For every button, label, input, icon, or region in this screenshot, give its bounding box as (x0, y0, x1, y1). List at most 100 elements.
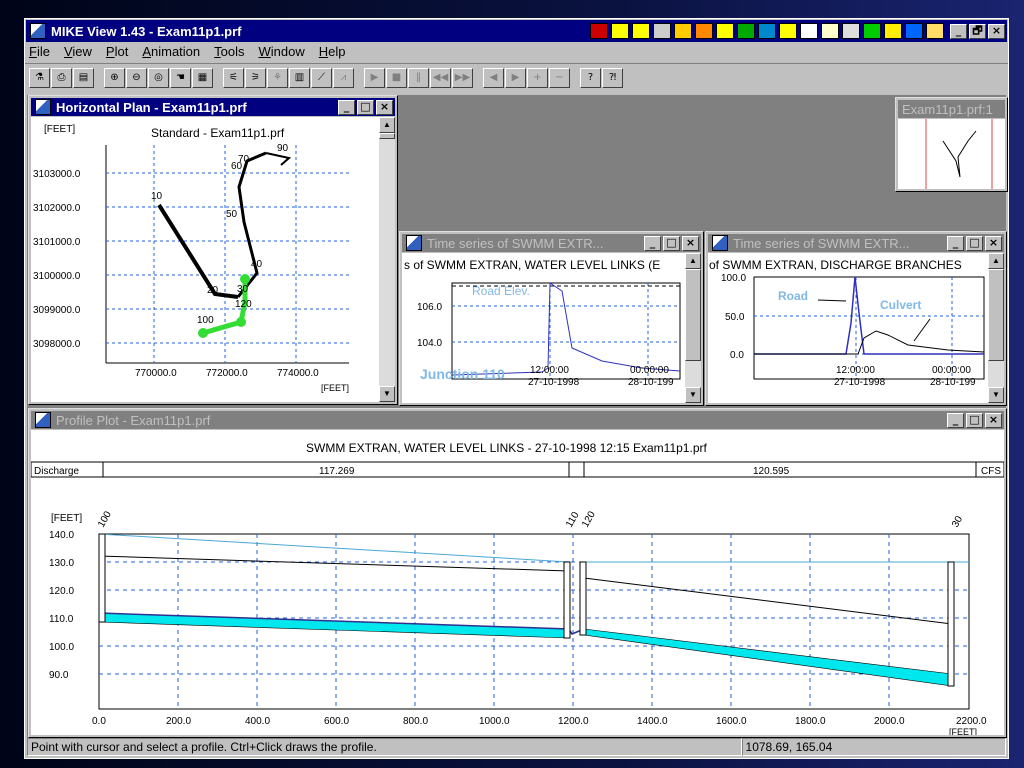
plan-node-30[interactable] (240, 274, 250, 284)
excel-icon[interactable] (737, 23, 755, 39)
scroll-up-button[interactable]: ▲ (988, 253, 1004, 269)
window-icon[interactable] (35, 412, 51, 428)
plus-icon[interactable]: + (527, 67, 548, 88)
profile-node-30[interactable] (947, 561, 955, 687)
monitor-icon[interactable] (758, 23, 776, 39)
menu-window[interactable]: Window (259, 44, 305, 59)
fast-forward-icon[interactable]: ▶▶ (452, 67, 473, 88)
scroll-thumb[interactable] (685, 269, 701, 361)
profile-water-section[interactable] (583, 628, 953, 687)
profile-plot-client[interactable]: SWMM EXTRAN, WATER LEVEL LINKS - 27-10-1… (31, 430, 1004, 735)
grid-icon[interactable] (842, 23, 860, 39)
menu-view[interactable]: View (64, 44, 92, 59)
profile-node-110[interactable] (563, 561, 571, 639)
edit-icon[interactable] (695, 23, 713, 39)
network-icon[interactable] (800, 23, 818, 39)
pan-icon[interactable]: ☚ (170, 67, 191, 88)
close-button[interactable]: × (985, 412, 1002, 428)
step-forward-icon[interactable]: ▶ (505, 67, 526, 88)
ts-discharge-scrollbar[interactable]: ▲ ▼ (988, 253, 1004, 403)
minimize-button[interactable]: _ (644, 235, 661, 251)
menu-help[interactable]: Help (319, 44, 346, 59)
document-icon[interactable] (821, 23, 839, 39)
profile-plot-titlebar[interactable]: Profile Plot - Exam11p1.prf _ □ × (31, 411, 1004, 429)
properties-icon[interactable]: ▦ (192, 67, 213, 88)
smiley-icon[interactable] (884, 23, 902, 39)
context-help-icon[interactable]: ⁈ (602, 67, 623, 88)
maximize-button[interactable]: □ (966, 235, 983, 251)
maximize-button[interactable]: □ (966, 412, 983, 428)
close-button[interactable]: × (985, 235, 1002, 251)
profile-icon[interactable]: ⩘ (333, 67, 354, 88)
zoom-out-icon[interactable]: ⊖ (126, 67, 147, 88)
ts-level-scrollbar[interactable]: ▲ ▼ (685, 253, 701, 403)
scroll-down-button[interactable]: ▼ (685, 387, 701, 403)
horizontal-plan-client[interactable]: [FEET] Standard - Exam11p1.prf 3103000.0… (31, 117, 395, 402)
chart-icon[interactable] (611, 23, 629, 39)
table-icon[interactable]: ▥ (289, 67, 310, 88)
profile-node-120[interactable] (579, 561, 587, 636)
close-button[interactable]: × (376, 99, 393, 115)
scroll-thumb[interactable] (379, 133, 395, 139)
step-back-icon[interactable]: ◀ (483, 67, 504, 88)
plan-node[interactable] (236, 317, 246, 327)
scroll-thumb[interactable] (988, 269, 1004, 361)
print-icon[interactable]: ⎙ (51, 67, 72, 88)
plan-scrollbar[interactable]: ▲ ▼ (379, 117, 395, 402)
minimize-button[interactable]: _ (338, 99, 355, 115)
maximize-button[interactable]: □ (357, 99, 374, 115)
scroll-up-button[interactable]: ▲ (685, 253, 701, 269)
open-icon[interactable]: ▤ (73, 67, 94, 88)
tool-icon[interactable] (653, 23, 671, 39)
image-icon[interactable] (632, 23, 650, 39)
overview-titlebar[interactable]: Exam11p1.prf:1 (898, 100, 1005, 118)
menu-plot[interactable]: Plot (106, 44, 128, 59)
scroll-down-button[interactable]: ▼ (988, 387, 1004, 403)
minus-icon[interactable]: − (549, 67, 570, 88)
close-button[interactable]: × (988, 23, 1005, 39)
plan-network-branch[interactable] (265, 152, 292, 166)
stop-icon[interactable]: ■ (386, 67, 407, 88)
restore-button[interactable]: 🗗 (969, 23, 986, 39)
timeseries-level-titlebar[interactable]: Time series of SWMM EXTR... _ □ × (402, 234, 701, 252)
horizontal-plan-titlebar[interactable]: Horizontal Plan - Exam11p1.prf _ □ × (31, 98, 395, 116)
zoom-in-icon[interactable]: ⊕ (104, 67, 125, 88)
minimize-button[interactable]: _ (947, 412, 964, 428)
app-titlebar[interactable]: MIKE View 1.43 - Exam11p1.prf _ 🗗 × (26, 20, 1007, 42)
notes-icon[interactable] (926, 23, 944, 39)
globe-icon[interactable] (863, 23, 881, 39)
branch-tool-icon[interactable]: ⚘ (267, 67, 288, 88)
play-icon[interactable]: ▶ (364, 67, 385, 88)
timeseries-level-client[interactable]: s of SWMM EXTRAN, WATER LEVEL LINKS (E R… (402, 253, 701, 403)
maximize-button[interactable]: □ (663, 235, 680, 251)
app-icon[interactable] (30, 23, 46, 39)
word-icon[interactable] (716, 23, 734, 39)
folder-icon[interactable] (674, 23, 692, 39)
network2-tool-icon[interactable]: ⚞ (245, 67, 266, 88)
window-icon[interactable] (712, 235, 728, 251)
profile-water-section[interactable] (98, 612, 570, 639)
search-icon[interactable] (779, 23, 797, 39)
profile-node-100[interactable] (98, 533, 106, 623)
red-square-icon[interactable] (590, 23, 608, 39)
help-icon[interactable]: ? (580, 67, 601, 88)
menu-tools[interactable]: Tools (214, 44, 244, 59)
minimize-button[interactable]: _ (947, 235, 964, 251)
scroll-up-button[interactable]: ▲ (379, 117, 395, 133)
timeseries-discharge-titlebar[interactable]: Time series of SWMM EXTR... _ □ × (708, 234, 1004, 252)
timeseries-discharge-client[interactable]: of SWMM EXTRAN, DISCHARGE BRANCHES Road … (708, 253, 1004, 403)
pause-icon[interactable]: ‖ (408, 67, 429, 88)
rewind-icon[interactable]: ◀◀ (430, 67, 451, 88)
funnel-icon[interactable]: ⚗ (29, 67, 50, 88)
window-icon[interactable] (35, 99, 51, 115)
zoom-full-icon[interactable]: ◎ (148, 67, 169, 88)
menu-animation[interactable]: Animation (142, 44, 200, 59)
close-button[interactable]: × (682, 235, 699, 251)
plan-node-100[interactable] (198, 328, 208, 338)
window-icon[interactable] (406, 235, 422, 251)
network-tool-icon[interactable]: ⚟ (223, 67, 244, 88)
chart-line-icon[interactable]: ⟋ (311, 67, 332, 88)
minimize-button[interactable]: _ (950, 23, 967, 39)
overview-client[interactable] (898, 119, 1005, 189)
scroll-down-button[interactable]: ▼ (379, 386, 395, 402)
